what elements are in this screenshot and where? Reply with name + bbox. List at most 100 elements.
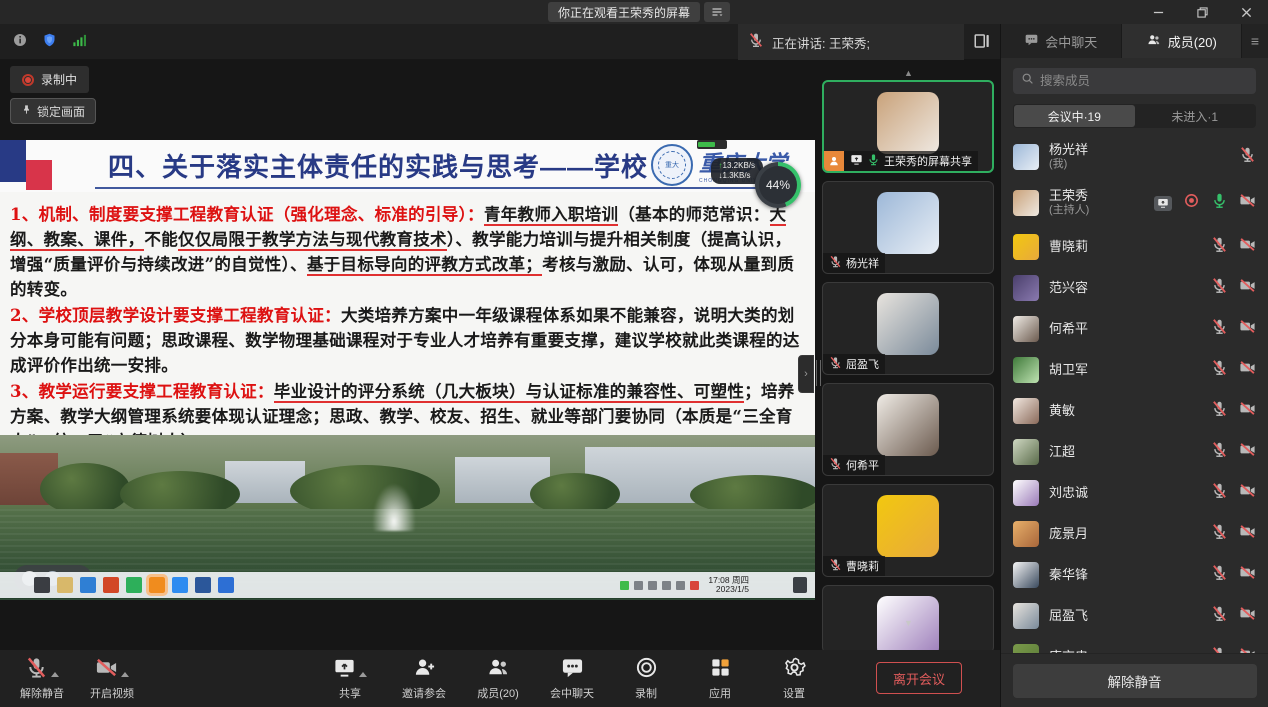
cam-off-icon[interactable] — [1239, 523, 1256, 545]
mic-muted-icon[interactable] — [1211, 236, 1228, 258]
mic-muted-icon[interactable] — [1211, 441, 1228, 463]
info-icon[interactable] — [12, 32, 28, 53]
mic-on-icon[interactable] — [1211, 192, 1228, 214]
lock-label: 锁定画面 — [37, 103, 85, 120]
member-row[interactable]: 杨光祥(我) — [1001, 134, 1268, 180]
strip-scroll-up-icon[interactable]: ▲ — [904, 68, 913, 78]
member-name: 曹晓莉 — [1049, 240, 1088, 254]
search-input[interactable] — [1040, 74, 1248, 88]
layout-switch-icon[interactable] — [970, 31, 994, 53]
cam-off-icon[interactable] — [1239, 192, 1256, 214]
video-tile[interactable]: 曹晓莉 — [822, 484, 994, 577]
cam-off-icon[interactable] — [1239, 482, 1256, 504]
tab-chat[interactable]: 会中聊天 — [1001, 24, 1122, 58]
member-row[interactable]: 刘忠诚 — [1001, 472, 1268, 513]
mic-muted-icon[interactable] — [1211, 359, 1228, 381]
toolbar-apps-button[interactable]: 应用 — [692, 656, 748, 701]
mic-on-icon — [867, 153, 880, 169]
member-row[interactable]: 王荣秀(主持人) — [1001, 180, 1268, 226]
docs-taskbar-icon — [218, 577, 234, 593]
cam-off-icon[interactable] — [1239, 359, 1256, 381]
mic-muted-icon[interactable] — [1211, 646, 1228, 654]
member-row[interactable]: 黄敏 — [1001, 390, 1268, 431]
member-row[interactable]: 范兴容 — [1001, 267, 1268, 308]
powerpoint-taskbar-icon — [103, 577, 119, 593]
cam-off-icon[interactable] — [1239, 564, 1256, 586]
toolbar-share-button[interactable]: 共享 — [322, 656, 378, 701]
toolbar-label: 录制 — [635, 685, 657, 701]
member-search[interactable] — [1013, 68, 1256, 94]
mic-muted-icon — [25, 656, 48, 682]
strip-resize-grip[interactable] — [816, 360, 821, 386]
caret-up-icon[interactable] — [359, 672, 367, 677]
window-restore-button[interactable] — [1180, 0, 1224, 24]
status-bar: 正在讲话: 王荣秀; — [0, 24, 1000, 60]
member-row[interactable]: 秦华锋 — [1001, 554, 1268, 595]
mic-muted-icon[interactable] — [1211, 277, 1228, 299]
cam-off-icon[interactable] — [1239, 400, 1256, 422]
slide-text-segment: 毕业设计的评分系统（几大板块）与认证标准的兼容性、 — [274, 382, 694, 403]
mic-muted-icon[interactable] — [1211, 400, 1228, 422]
member-row[interactable]: 胡卫军 — [1001, 349, 1268, 390]
battery-percent-badge: 44% — [755, 162, 801, 208]
tile-label: 王荣秀的屏幕共享 — [824, 151, 978, 171]
toolbar-unmute-button[interactable]: 解除静音 — [14, 656, 70, 701]
filter-not-joined[interactable]: 未进入·1 — [1135, 105, 1256, 127]
leave-meeting-button[interactable]: 离开会议 — [876, 662, 962, 694]
window-close-button[interactable] — [1224, 0, 1268, 24]
recording-status[interactable]: 录制中 — [10, 66, 89, 93]
slide-text-segment: 基于目标导向的评教方式改革； — [307, 255, 542, 276]
mic-muted-icon — [829, 255, 842, 271]
strip-scroll-down-icon[interactable]: ▼ — [904, 618, 913, 628]
member-role: (主持人) — [1049, 203, 1089, 217]
security-shield-icon[interactable] — [42, 32, 57, 53]
member-row[interactable]: 何希平 — [1001, 308, 1268, 349]
slide-text-segment: （基本的师范常识： — [618, 205, 769, 224]
mic-muted-icon[interactable] — [1211, 482, 1228, 504]
member-row[interactable]: 唐京忠 — [1001, 636, 1268, 653]
member-name: 杨光祥 — [1049, 143, 1088, 157]
cam-off-icon[interactable] — [1239, 605, 1256, 627]
strip-collapse-handle[interactable]: › — [798, 355, 814, 393]
network-signal-icon[interactable] — [71, 33, 87, 53]
panel-menu-icon[interactable]: ≡ — [1242, 24, 1268, 58]
mic-muted-icon[interactable] — [1211, 318, 1228, 340]
caret-up-icon[interactable] — [121, 672, 129, 677]
mic-muted-icon[interactable] — [1211, 564, 1228, 586]
cam-off-icon[interactable] — [1239, 441, 1256, 463]
member-name: 黄敏 — [1049, 404, 1075, 418]
cam-off-icon[interactable] — [1239, 318, 1256, 340]
toolbar-invite-button[interactable]: 邀请参会 — [396, 656, 452, 701]
titlebar: 你正在观看王荣秀的屏幕 — [0, 0, 1268, 24]
cam-off-icon[interactable] — [1239, 236, 1256, 258]
tile-name: 屈盈飞 — [846, 356, 879, 372]
mic-muted-icon[interactable] — [1211, 523, 1228, 545]
mic-muted-icon[interactable] — [1239, 146, 1256, 168]
video-tile[interactable]: 何希平 — [822, 383, 994, 476]
banner-menu-icon[interactable] — [704, 2, 730, 22]
tab-members[interactable]: 成员(20) — [1122, 24, 1243, 58]
apps-icon — [709, 656, 732, 682]
member-row[interactable]: 曹晓莉 — [1001, 226, 1268, 267]
video-tile[interactable]: 屈盈飞 — [822, 282, 994, 375]
lock-view-button[interactable]: 锁定画面 — [10, 98, 96, 124]
toolbar-start-video-button[interactable]: 开启视频 — [84, 656, 140, 701]
toolbar-members-button[interactable]: 成员(20) — [470, 656, 526, 701]
toolbar-chat-button[interactable]: 会中聊天 — [544, 656, 600, 701]
caret-up-icon[interactable] — [51, 672, 59, 677]
member-row[interactable]: 庞景月 — [1001, 513, 1268, 554]
window-minimize-button[interactable] — [1136, 0, 1180, 24]
cam-off-icon[interactable] — [1239, 646, 1256, 654]
member-avatar — [1013, 480, 1039, 506]
member-row[interactable]: 屈盈飞 — [1001, 595, 1268, 636]
cam-off-icon[interactable] — [1239, 277, 1256, 299]
filter-in-meeting[interactable]: 会议中·19 — [1014, 105, 1135, 127]
video-tile[interactable]: 王荣秀的屏幕共享 — [822, 80, 994, 173]
member-row[interactable]: 江超 — [1001, 431, 1268, 472]
video-tile[interactable]: 杨光祥 — [822, 181, 994, 274]
toolbar-record-button[interactable]: 录制 — [618, 656, 674, 701]
mic-muted-icon[interactable] — [1211, 605, 1228, 627]
member-name: 刘忠诚 — [1049, 486, 1088, 500]
unmute-self-button[interactable]: 解除静音 — [1013, 664, 1257, 698]
toolbar-settings-button[interactable]: 设置 — [766, 656, 822, 701]
